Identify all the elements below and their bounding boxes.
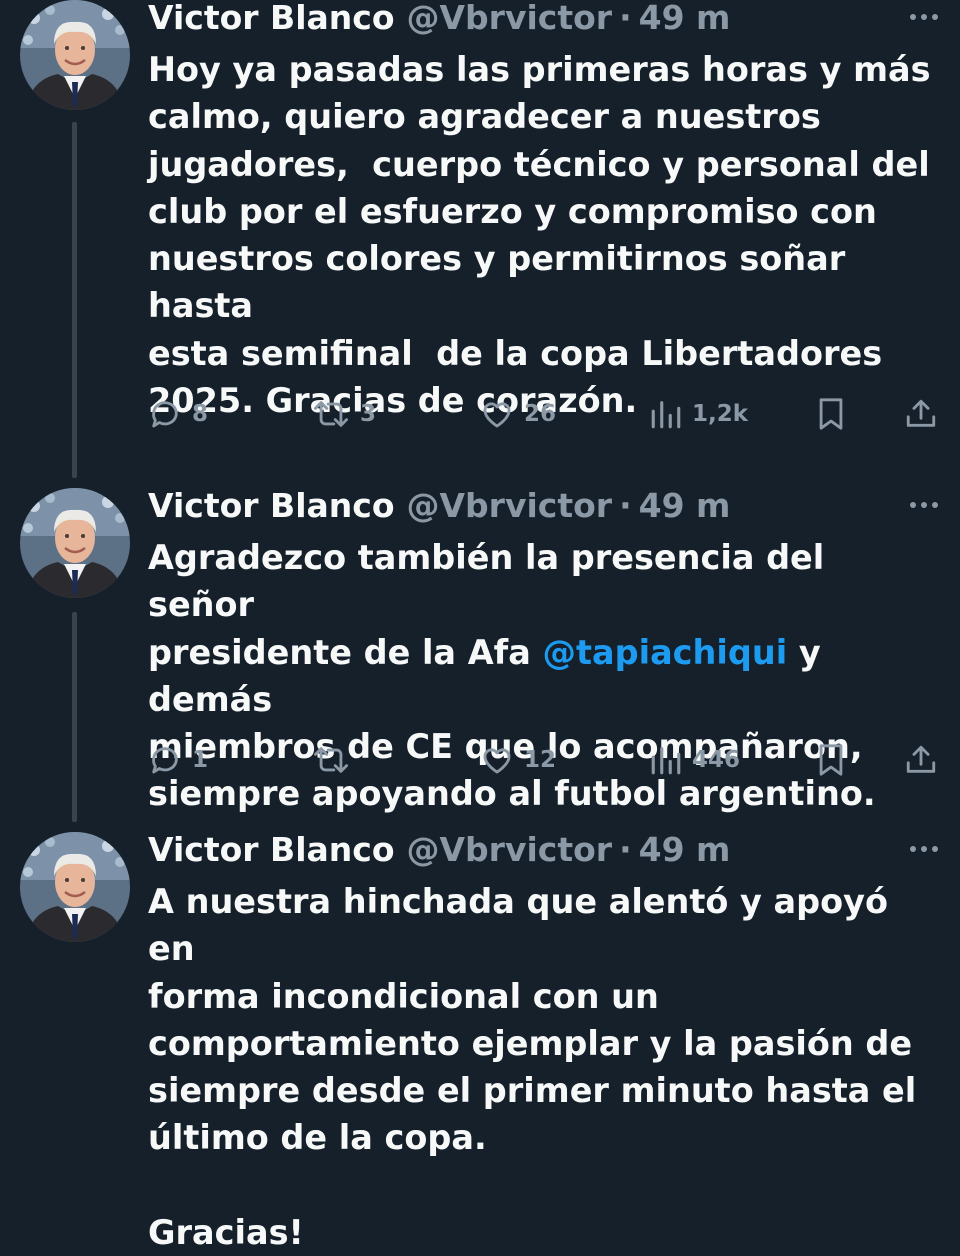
author-handle[interactable]: @Vbrvictor: [407, 830, 613, 870]
retweet-icon: [313, 401, 348, 427]
author-handle[interactable]: @Vbrvictor: [407, 0, 613, 38]
tweet-actions: 8 3 26 1,2k: [148, 392, 940, 436]
author-name[interactable]: Victor Blanco: [148, 830, 395, 870]
tweet-header: Victor Blanco @Vbrvictor · 49 m: [148, 486, 730, 526]
reply-icon: [152, 747, 178, 774]
more-options-icon[interactable]: [910, 502, 938, 508]
avatar-image: [20, 488, 130, 598]
bookmark-icon: [819, 398, 843, 430]
share-icon: [906, 745, 936, 773]
bookmark-button[interactable]: [816, 392, 846, 436]
heart-icon: [483, 402, 511, 428]
reply-button[interactable]: 8: [148, 392, 208, 436]
views-button[interactable]: 446: [650, 738, 740, 782]
retweet-button[interactable]: 3: [312, 392, 376, 436]
separator-dot: ·: [619, 830, 632, 869]
like-button[interactable]: 12: [480, 738, 556, 782]
share-icon: [906, 399, 936, 427]
reply-count: 8: [192, 401, 209, 427]
like-button[interactable]: 26: [480, 392, 556, 436]
views-chart-icon: [651, 401, 681, 429]
tweet-header: Victor Blanco @Vbrvictor · 49 m: [148, 830, 730, 870]
timestamp[interactable]: 49 m: [639, 830, 731, 870]
thread-connector-line: [72, 122, 77, 478]
avatar-image: [20, 0, 130, 110]
mention-link[interactable]: @tapiachiqui: [542, 633, 787, 672]
separator-dot: ·: [619, 486, 632, 525]
view-count: 446: [692, 747, 741, 773]
tweet-actions: 1 12 446: [148, 738, 940, 782]
tweet-header: Victor Blanco @Vbrvictor · 49 m: [148, 0, 730, 38]
author-handle[interactable]: @Vbrvictor: [407, 486, 613, 526]
timestamp[interactable]: 49 m: [639, 486, 731, 526]
like-count: 12: [524, 747, 557, 773]
heart-icon: [483, 748, 511, 774]
views-chart-icon: [651, 747, 681, 775]
avatar-image: [20, 832, 130, 942]
author-name[interactable]: Victor Blanco: [148, 486, 395, 526]
tweet-text: A nuestra hinchada que alentó y apoyó en…: [148, 882, 917, 1253]
thread-connector-line: [72, 612, 77, 822]
bookmark-icon: [819, 744, 843, 776]
more-options-icon[interactable]: [910, 14, 938, 20]
share-button[interactable]: [904, 392, 938, 436]
separator-dot: ·: [619, 0, 632, 37]
avatar[interactable]: [20, 488, 130, 598]
reply-count: 1: [192, 747, 209, 773]
retweet-count: 3: [360, 401, 377, 427]
view-count: 1,2k: [692, 401, 749, 427]
tweet-text: Hoy ya pasadas las primeras horas y más …: [148, 50, 931, 421]
like-count: 26: [524, 401, 557, 427]
views-button[interactable]: 1,2k: [650, 392, 748, 436]
more-options-icon[interactable]: [910, 846, 938, 852]
reply-icon: [152, 401, 178, 428]
avatar[interactable]: [20, 0, 130, 110]
retweet-button[interactable]: [312, 738, 360, 782]
retweet-icon: [313, 747, 348, 773]
bookmark-button[interactable]: [816, 738, 846, 782]
timestamp[interactable]: 49 m: [639, 0, 731, 38]
reply-button[interactable]: 1: [148, 738, 208, 782]
avatar[interactable]: [20, 832, 130, 942]
share-button[interactable]: [904, 738, 938, 782]
author-name[interactable]: Victor Blanco: [148, 0, 395, 38]
